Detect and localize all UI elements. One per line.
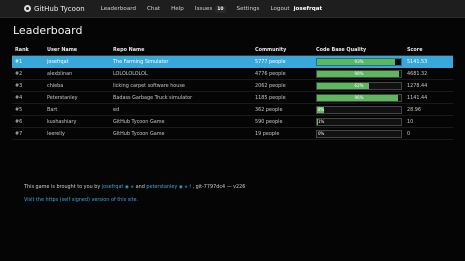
quality-progress-bar: 98% (316, 69, 402, 78)
quality-cell: 93% (313, 55, 404, 68)
score-cell: 10 (404, 115, 453, 128)
user-cell: Peterstanley (44, 91, 110, 104)
nav-issues[interactable]: Issues 10 (194, 5, 226, 13)
credits-prefix: This game is brought to you by (24, 184, 101, 190)
quality-progress-label: 62% (354, 82, 364, 88)
current-user[interactable]: josefrqat (294, 6, 323, 12)
table-row[interactable]: #5 Bart ed 362 people 8% 28.96 (12, 103, 453, 116)
author1-social-icons[interactable]: ◉ ✯ (125, 185, 134, 190)
community-cell: 19 people (252, 127, 313, 140)
quality-progress-label: 1% (318, 118, 325, 124)
community-cell: 590 people (252, 115, 313, 128)
quality-progress-bar: 8% (316, 105, 402, 114)
quality-progress-bar: 62% (316, 81, 402, 90)
quality-cell: 96% (313, 91, 404, 104)
footer: This game is brought to you by josefrqat… (24, 184, 245, 210)
quality-progress-label: 98% (354, 70, 364, 76)
score-cell: 1141.44 (404, 91, 453, 104)
quality-cell: 0% (313, 127, 404, 140)
rank-cell: #3 (12, 79, 44, 92)
quality-progress-bar: 1% (316, 117, 402, 126)
quality-progress-label: 93% (354, 58, 364, 64)
header-rank: Rank (12, 44, 44, 56)
user-cell: kushashiary (44, 115, 110, 128)
community-cell: 5777 people (252, 55, 313, 68)
rank-cell: #1 (12, 55, 44, 68)
credits-and: and (135, 184, 145, 190)
table-row[interactable]: #1 josefrqat The Farming Simulator 5777 peo… (12, 55, 453, 68)
repo-cell: GitHub Tycoon Game (110, 127, 252, 140)
page-title: Leaderboard (13, 24, 83, 37)
secure-version-line: Visit the https (self signed) version of… (24, 197, 245, 203)
rank-cell: #6 (12, 115, 44, 128)
user-cell: alexblinan (44, 67, 110, 80)
repo-cell: LOLOLOLOLOL (110, 67, 252, 80)
repo-cell: licking carpet software house (110, 79, 252, 92)
community-cell: 2062 people (252, 79, 313, 92)
nav-chat[interactable]: Chat (147, 6, 160, 12)
quality-progress-label: 0% (318, 130, 325, 136)
header-user: User Name (44, 44, 110, 56)
quality-progress-label: 8% (318, 106, 325, 112)
user-cell: chieba (44, 79, 110, 92)
credits-line: This game is brought to you by josefrqat… (24, 184, 245, 190)
repo-cell: ed (110, 103, 252, 116)
table-row[interactable]: #6 kushashiary GitHub Tycoon Game 590 peopl… (12, 115, 453, 128)
github-icon (24, 5, 31, 12)
top-navbar: GitHub Tycoon Leaderboard Chat Help Issu… (0, 0, 465, 18)
quality-cell: 1% (313, 115, 404, 128)
quality-progress-bar: 93% (316, 57, 402, 66)
score-cell: 5141.53 (404, 55, 453, 68)
leaderboard-table: Rank User Name Repo Name Community Code … (12, 44, 453, 140)
score-cell: 1278.44 (404, 79, 453, 92)
rank-cell: #4 (12, 91, 44, 104)
nav-issues-label: Issues (194, 5, 213, 12)
score-cell: 0 (404, 127, 453, 140)
author2-link[interactable]: peterstanley (146, 184, 177, 190)
nav-logout[interactable]: Logout (270, 6, 289, 12)
https-version-link[interactable]: Visit the https (self signed) version of… (24, 197, 138, 203)
community-cell: 1185 people (252, 91, 313, 104)
header-quality: Code Base Quality (313, 44, 404, 56)
quality-progress-label: 96% (354, 94, 364, 100)
quality-cell: 98% (313, 67, 404, 80)
table-header-row: Rank User Name Repo Name Community Code … (12, 44, 453, 56)
issues-count-badge: 10 (215, 5, 226, 13)
header-score: Score (404, 44, 453, 56)
community-cell: 362 people (252, 103, 313, 116)
table-row[interactable]: #4 Peterstanley Badass Garbage Truck simul… (12, 91, 453, 104)
table-row[interactable]: #7 leerelly GitHub Tycoon Game 19 people 0% 0 (12, 127, 453, 140)
score-cell: 28.96 (404, 103, 453, 116)
quality-progress-bar: 0% (316, 129, 402, 138)
nav-help[interactable]: Help (171, 6, 184, 12)
author1-link[interactable]: josefrqat (102, 184, 124, 190)
repo-cell: The Farming Simulator (110, 55, 252, 68)
brand-name: GitHub Tycoon (34, 4, 85, 13)
quality-progress-bar: 96% (316, 93, 402, 102)
rank-cell: #7 (12, 127, 44, 140)
community-cell: 4776 people (252, 67, 313, 80)
version-text: , git-7797dc4 — v226 (192, 184, 246, 190)
rank-cell: #5 (12, 103, 44, 116)
brand[interactable]: GitHub Tycoon (24, 5, 85, 13)
user-cell: josefrqat (44, 55, 110, 68)
user-cell: leerelly (44, 127, 110, 140)
quality-cell: 62% (313, 79, 404, 92)
score-cell: 4681.32 (404, 67, 453, 80)
user-cell: Bart (44, 103, 110, 116)
rank-cell: #2 (12, 67, 44, 80)
header-repo: Repo Name (110, 44, 252, 56)
repo-cell: GitHub Tycoon Game (110, 115, 252, 128)
table-row[interactable]: #3 chieba licking carpet software house 206… (12, 79, 453, 92)
quality-cell: 8% (313, 103, 404, 116)
repo-cell: Badass Garbage Truck simulator (110, 91, 252, 104)
author2-social-icons[interactable]: ◉ ✯ f (179, 185, 191, 190)
nav-settings[interactable]: Settings (237, 6, 260, 12)
nav-leaderboard[interactable]: Leaderboard (101, 6, 136, 12)
header-community: Community (252, 44, 313, 56)
table-row[interactable]: #2 alexblinan LOLOLOLOLOL 4776 people 98% 468… (12, 67, 453, 80)
